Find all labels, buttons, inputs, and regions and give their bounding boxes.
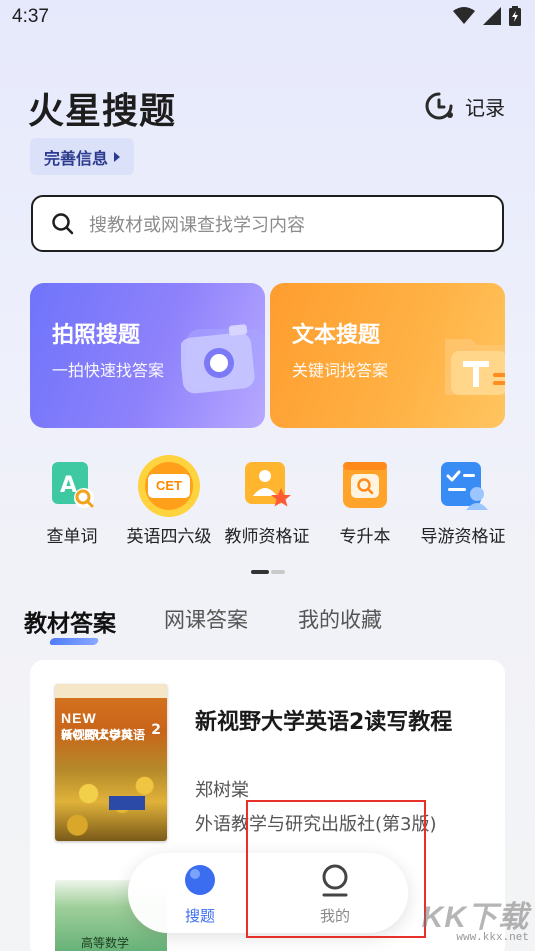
svg-text:A: A [60,473,77,498]
tab-my-favorites[interactable]: 我的收藏 [298,604,382,634]
shortcut-tour-guide-cert[interactable]: 导游资格证 [413,460,513,547]
search-tab-icon [185,865,215,895]
record-button[interactable]: 记录 [423,90,505,122]
status-time: 4:37 [12,6,49,27]
cet-badge-text: CET [156,478,182,493]
signal-icon [483,7,501,25]
shortcut-teacher-cert[interactable]: 教师资格证 [217,460,317,547]
pager-dot-active [251,570,269,574]
shortcut-upgrade-degree-label: 专升本 [339,527,391,547]
tab-textbook-answers[interactable]: 教材答案 [24,604,116,638]
tab-active-indicator [48,638,100,645]
highlight-annotation [246,800,426,938]
app-title: 火星搜题 [28,90,177,131]
shortcut-cet[interactable]: CET 英语四六级 [119,455,219,547]
word-lookup-icon: A [46,460,98,512]
cover-tag [109,796,145,810]
text-search-card[interactable]: 文本搜题 关键词找答案 [270,283,505,428]
shortcut-teacher-cert-label: 教师资格证 [224,527,310,547]
pager-dot [271,570,285,574]
camera-icon [181,324,265,394]
complete-profile-label: 完善信息 [43,148,108,168]
status-icons [453,6,521,26]
cover-title: 新视野大学英语 [61,728,146,742]
teacher-cert-icon [241,460,293,512]
search-placeholder: 搜教材或网课查找学习内容 [89,214,305,236]
book-cover: NEW HORIZON 新视野大学英语 2 [55,684,167,841]
tour-guide-cert-icon [437,460,489,512]
shortcut-pager [251,570,285,574]
cover-top-strip [55,684,167,698]
history-clock-icon [425,92,453,120]
chevron-right-icon [114,151,120,162]
photo-search-title: 拍照搜题 [52,323,141,348]
upgrade-degree-icon [339,460,391,512]
status-bar: 4:37 [0,0,535,36]
text-search-title: 文本搜题 [292,323,381,348]
shortcut-word-lookup[interactable]: A 查单词 [22,460,122,547]
book-title: 新视野大学英语2读写教程 [195,710,453,735]
shortcut-upgrade-degree[interactable]: 专升本 [315,460,415,547]
cover-title: 高等数学 [81,936,130,950]
watermark-text: KK下载 [421,901,529,934]
shortcut-tour-guide-cert-label: 导游资格证 [420,527,506,547]
wifi-icon [453,7,475,24]
photo-search-card[interactable]: 拍照搜题 一拍快速找答案 [30,283,265,428]
photo-search-subtitle: 一拍快速找答案 [52,361,165,380]
nav-search-tab[interactable]: 搜题 [160,863,240,926]
text-document-icon [445,339,505,395]
search-input[interactable]: 搜教材或网课查找学习内容 [31,195,504,252]
book-author: 郑树棠 [195,780,249,801]
nav-search-label: 搜题 [184,907,215,925]
record-label: 记录 [465,95,505,120]
tab-online-course-answers[interactable]: 网课答案 [164,604,248,634]
watermark: KK下载 www.kkx.net [422,892,529,944]
shortcut-word-lookup-label: 查单词 [46,527,98,547]
search-icon [52,212,74,234]
cover-volume: 2 [151,722,161,738]
shortcut-cet-label: 英语四六级 [126,527,212,547]
text-search-subtitle: 关键词找答案 [292,361,389,380]
complete-profile-chip[interactable]: 完善信息 [30,138,134,175]
cet-icon: CET [138,455,200,517]
battery-icon [509,6,521,26]
